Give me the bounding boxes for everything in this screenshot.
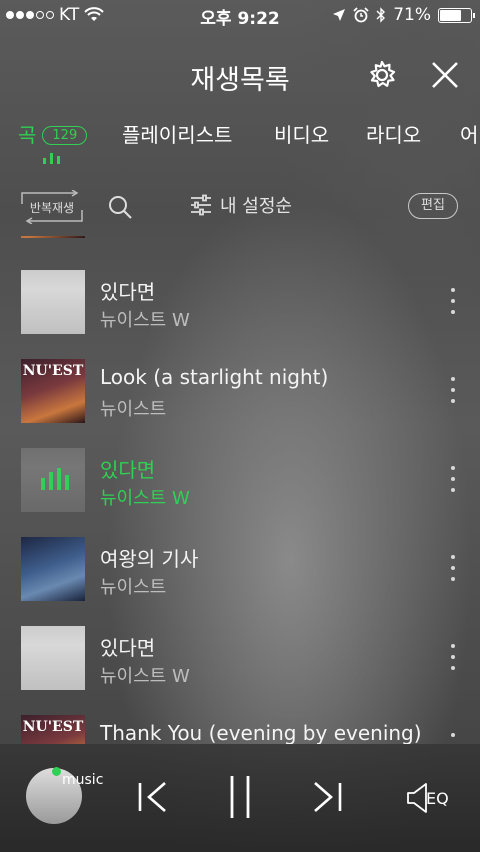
album-logo-text: NU'EST xyxy=(22,719,84,735)
album-logo-text: NU'EST xyxy=(22,363,84,379)
more-options-icon[interactable] xyxy=(446,644,460,670)
tab-songs-label: 곡 xyxy=(18,123,37,147)
previous-track-icon[interactable] xyxy=(136,780,170,814)
next-track-icon[interactable] xyxy=(310,780,344,814)
more-options-icon[interactable] xyxy=(446,555,460,581)
more-options-icon[interactable] xyxy=(446,377,460,403)
battery-icon xyxy=(438,7,475,23)
repeat-label: 반복재생 xyxy=(29,201,75,215)
tab-videos[interactable]: 비디오 xyxy=(274,119,329,148)
album-art: NU'EST xyxy=(21,715,85,744)
album-art xyxy=(21,626,85,690)
album-art xyxy=(21,270,85,334)
track-artist: 뉴이스트 W xyxy=(100,310,190,331)
repeat-button[interactable]: 반복재생 xyxy=(20,190,84,224)
location-arrow-icon xyxy=(333,9,346,21)
list-toolbar: 반복재생 내 설정순 편집 xyxy=(0,186,480,230)
app-label: music xyxy=(62,772,104,788)
category-tabs: 곡 129 플레이리스트 비디오 라디오 어 xyxy=(0,115,480,175)
edit-button[interactable]: 편집 xyxy=(408,193,458,219)
album-art xyxy=(21,236,85,238)
track-title: 있다면 xyxy=(100,280,156,304)
album-art xyxy=(21,448,85,512)
sliders-icon xyxy=(191,194,211,216)
status-bar: KT 오후 9:22 71% xyxy=(0,0,480,30)
track-artist: 뉴이스트 xyxy=(100,399,167,420)
mini-player: music EQ xyxy=(0,744,480,852)
list-item[interactable]: 있다면 뉴이스트 W xyxy=(0,258,480,346)
pause-icon[interactable] xyxy=(224,774,256,820)
list-item[interactable]: NU'EST Look (a starlight night) 뉴이스트 xyxy=(0,347,480,435)
track-artist: 뉴이스트 W xyxy=(100,666,190,687)
bluetooth-icon xyxy=(376,7,386,23)
close-icon[interactable] xyxy=(428,58,462,92)
track-list: 있다면 뉴이스트 W NU'EST Look (a starlight nigh… xyxy=(0,236,480,744)
tab-more[interactable]: 어 xyxy=(460,119,478,148)
list-item-now-playing[interactable]: 있다면 뉴이스트 W xyxy=(0,436,480,524)
tab-songs[interactable]: 곡 129 xyxy=(18,119,88,148)
list-item[interactable]: NU'EST Thank You (evening by evening) xyxy=(0,703,480,744)
sort-label: 내 설정순 xyxy=(220,196,292,217)
now-playing-equalizer-icon xyxy=(41,468,69,490)
battery-percent: 71% xyxy=(393,5,431,25)
more-options-icon[interactable] xyxy=(446,733,460,744)
more-options-icon[interactable] xyxy=(446,466,460,492)
page-title: 재생목록 xyxy=(190,65,290,96)
album-art xyxy=(21,537,85,601)
track-title: Thank You (evening by evening) xyxy=(100,721,422,744)
track-title: 여왕의 기사 xyxy=(100,547,199,571)
gear-icon[interactable] xyxy=(365,58,399,92)
list-item[interactable]: 있다면 뉴이스트 W xyxy=(0,614,480,702)
tab-playlists[interactable]: 플레이리스트 xyxy=(122,119,232,148)
list-item[interactable] xyxy=(0,236,480,250)
speaker-icon xyxy=(407,783,427,813)
track-title: 있다면 xyxy=(100,458,156,482)
search-icon[interactable] xyxy=(107,194,133,220)
playlist-header: 재생목록 xyxy=(0,50,480,100)
track-artist: 뉴이스트 xyxy=(100,577,167,598)
eq-label: EQ xyxy=(426,788,449,808)
track-title: 있다면 xyxy=(100,636,156,660)
equalizer-indicator-icon xyxy=(43,153,60,164)
sort-button[interactable]: 내 설정순 xyxy=(190,192,292,218)
list-item[interactable]: 여왕의 기사 뉴이스트 xyxy=(0,525,480,613)
eq-button[interactable]: EQ xyxy=(406,782,449,814)
more-options-icon[interactable] xyxy=(446,288,460,314)
album-art: NU'EST xyxy=(21,359,85,423)
tab-radio[interactable]: 라디오 xyxy=(366,119,421,148)
track-title: Look (a starlight night) xyxy=(100,365,329,389)
source-indicator xyxy=(52,767,61,776)
track-artist: 뉴이스트 W xyxy=(100,488,190,509)
song-count-badge: 129 xyxy=(42,126,88,145)
alarm-icon xyxy=(353,7,369,23)
